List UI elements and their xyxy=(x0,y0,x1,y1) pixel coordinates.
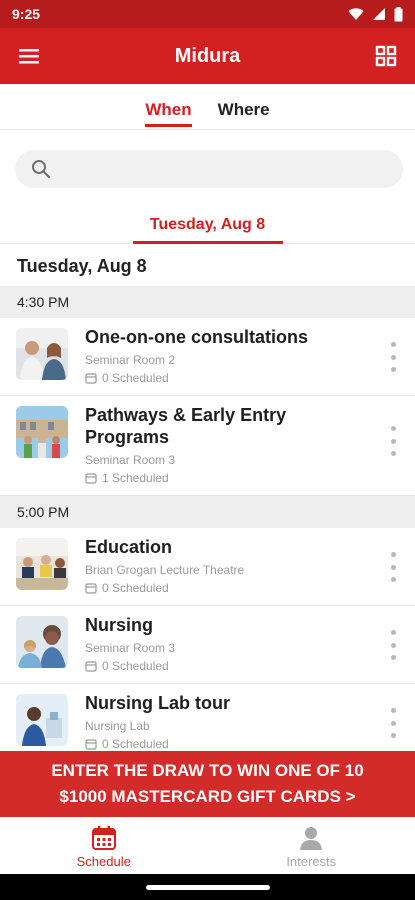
scheduled-count: 0 Scheduled xyxy=(102,371,169,385)
tab-when[interactable]: When xyxy=(145,84,192,129)
session-title: Pathways & Early Entry Programs xyxy=(85,405,287,447)
more-options-button[interactable] xyxy=(389,426,397,456)
wifi-icon xyxy=(348,7,364,20)
session-scheduled: 0 Scheduled xyxy=(85,737,415,751)
session-title: Nursing xyxy=(85,615,154,635)
session-room: Brian Grogan Lecture Theatre xyxy=(85,563,245,577)
session-room: Seminar Room 3 xyxy=(85,641,176,655)
session-scheduled: 0 Scheduled xyxy=(85,659,415,673)
scheduled-count: 0 Scheduled xyxy=(102,581,169,595)
session-title: Education xyxy=(85,537,173,557)
signal-icon xyxy=(373,8,385,20)
time-group-header: 4:30 PM xyxy=(0,286,415,318)
session-room: Seminar Room 2 xyxy=(85,353,176,367)
more-options-button[interactable] xyxy=(389,630,397,660)
session-thumbnail xyxy=(16,616,68,668)
date-tabs: Tuesday, Aug 8 xyxy=(0,206,415,244)
grid-icon xyxy=(375,45,397,67)
session-scheduled: 0 Scheduled xyxy=(85,371,415,385)
session-item[interactable]: Nursing Seminar Room 3 0 Scheduled xyxy=(0,606,415,684)
home-gesture-handle[interactable] xyxy=(145,884,270,890)
search-bar xyxy=(15,150,403,188)
more-options-button[interactable] xyxy=(389,342,397,372)
promo-line-1: ENTER THE DRAW TO WIN ONE OF 10 xyxy=(51,761,364,780)
app-title: Midura xyxy=(174,44,241,67)
session-scheduled: 1 Scheduled xyxy=(85,471,415,485)
session-list: 4:30 PM One-on-one consultations Seminar… xyxy=(0,286,415,751)
app-bar: Midura xyxy=(0,28,415,84)
calendar-small-icon xyxy=(85,373,97,384)
nav-schedule[interactable]: Schedule xyxy=(0,817,208,874)
session-thumbnail xyxy=(16,328,68,380)
session-item[interactable]: Pathways & Early Entry Programs Seminar … xyxy=(0,396,415,496)
search-input[interactable] xyxy=(51,150,403,188)
calendar-icon xyxy=(91,826,116,850)
nav-interests-label: Interests xyxy=(286,854,337,869)
status-time: 9:25 xyxy=(12,6,41,22)
session-thumbnail xyxy=(16,694,68,746)
grid-view-button[interactable] xyxy=(373,43,399,69)
calendar-small-icon xyxy=(85,661,97,672)
session-item[interactable]: Education Brian Grogan Lecture Theatre 0… xyxy=(0,528,415,606)
view-tabs: When Where xyxy=(0,84,415,130)
session-room: Nursing Lab xyxy=(85,719,150,733)
status-bar: 9:25 xyxy=(0,0,415,28)
status-icons xyxy=(348,6,403,22)
time-group-header: 5:00 PM xyxy=(0,496,415,528)
session-scheduled: 0 Scheduled xyxy=(85,581,415,595)
session-title: Nursing Lab tour xyxy=(85,693,230,713)
system-gesture-bar xyxy=(0,874,415,900)
session-item[interactable]: Nursing Lab tour Nursing Lab 0 Scheduled xyxy=(0,684,415,751)
tab-where[interactable]: Where xyxy=(218,84,270,129)
calendar-small-icon xyxy=(85,739,97,750)
session-thumbnail xyxy=(16,406,68,458)
menu-button[interactable] xyxy=(16,43,42,69)
session-room: Seminar Room 3 xyxy=(85,453,176,467)
bottom-nav: Schedule Interests xyxy=(0,817,415,874)
search-icon xyxy=(32,160,51,179)
battery-icon xyxy=(394,6,403,21)
more-options-button[interactable] xyxy=(389,552,397,582)
scheduled-count: 0 Scheduled xyxy=(102,659,169,673)
day-header: Tuesday, Aug 8 xyxy=(17,256,147,276)
more-options-button[interactable] xyxy=(389,708,397,738)
session-item[interactable]: One-on-one consultations Seminar Room 2 … xyxy=(0,318,415,396)
session-thumbnail xyxy=(16,538,68,590)
calendar-small-icon xyxy=(85,583,97,594)
nav-interests[interactable]: Interests xyxy=(208,817,415,874)
scheduled-count: 1 Scheduled xyxy=(102,471,169,485)
person-icon xyxy=(300,827,323,850)
calendar-small-icon xyxy=(85,473,97,484)
promo-banner[interactable]: ENTER THE DRAW TO WIN ONE OF 10 $1000 MA… xyxy=(0,751,415,817)
nav-schedule-label: Schedule xyxy=(76,854,131,869)
scheduled-count: 0 Scheduled xyxy=(102,737,169,751)
hamburger-menu-icon xyxy=(19,49,39,64)
date-tab-selected[interactable]: Tuesday, Aug 8 xyxy=(132,206,283,244)
promo-line-2: $1000 MASTERCARD GIFT CARDS > xyxy=(59,787,356,806)
session-title: One-on-one consultations xyxy=(85,327,308,347)
